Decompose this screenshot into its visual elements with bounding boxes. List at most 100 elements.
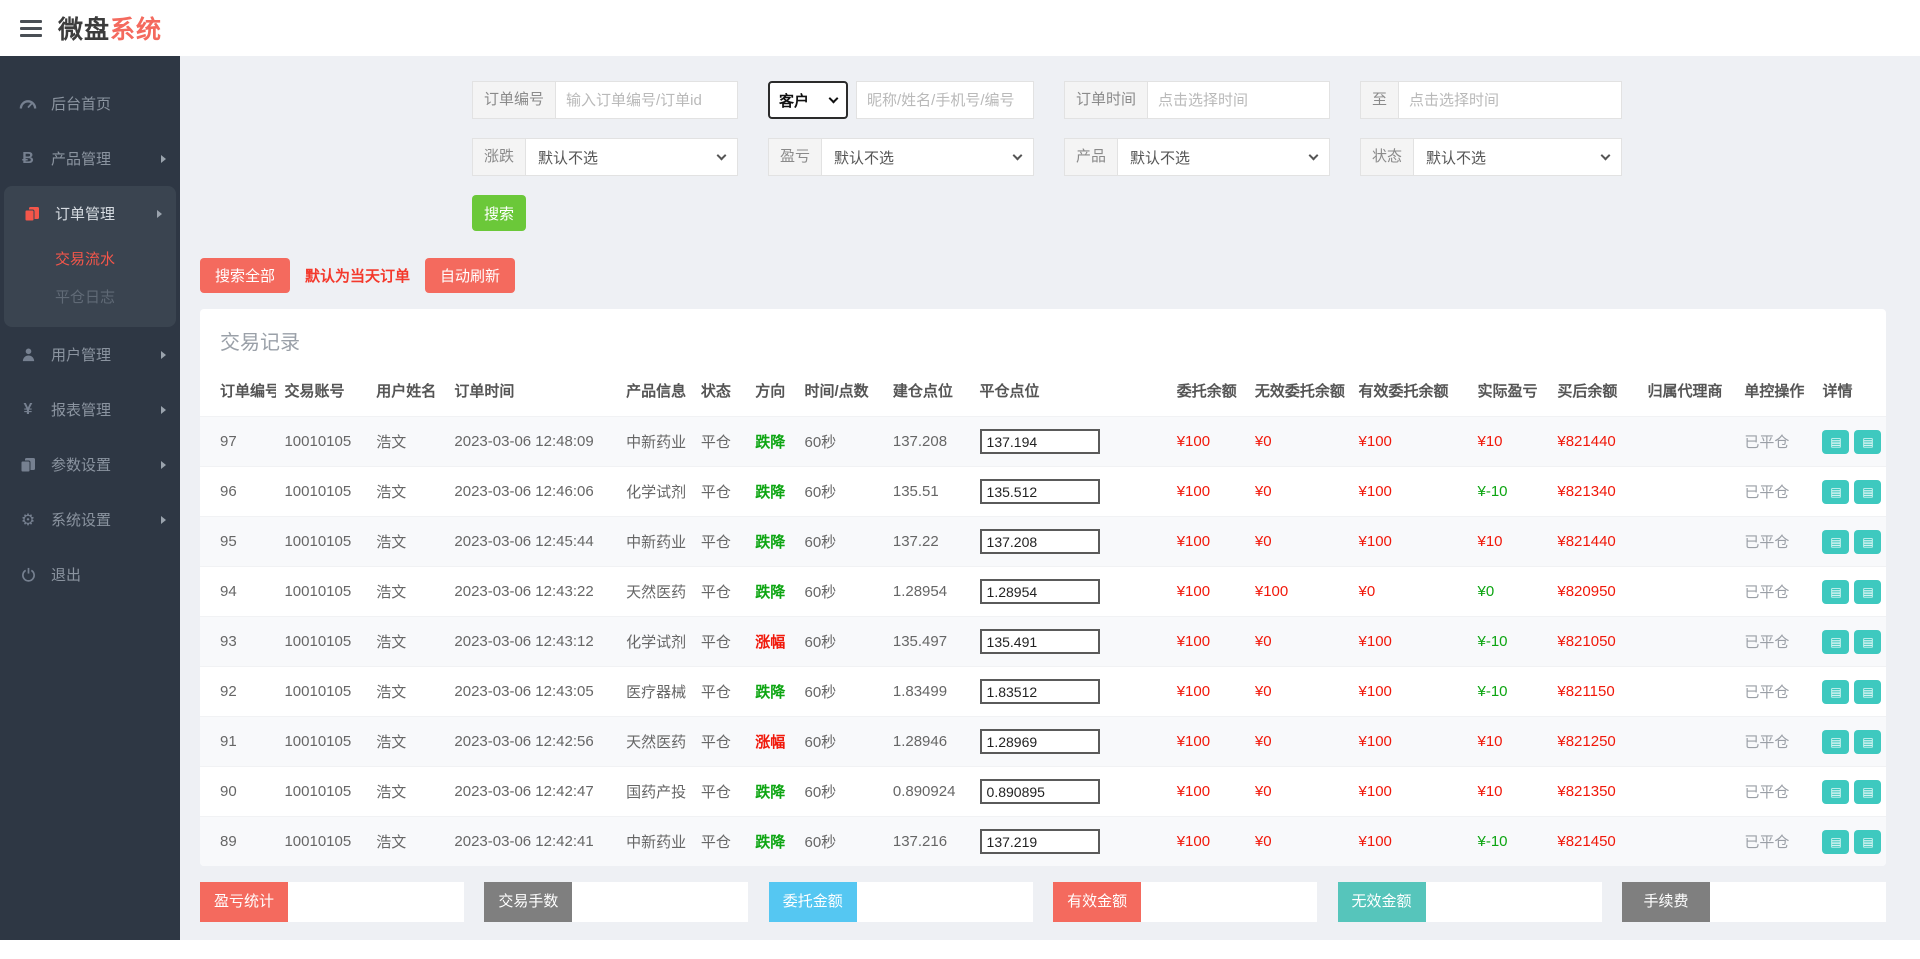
status-cell: 平仓 bbox=[700, 634, 731, 651]
product-cell: 中新药业 bbox=[626, 834, 687, 851]
detail-button-1[interactable]: ▤ bbox=[1822, 479, 1850, 504]
detail-button-1[interactable]: ▤ bbox=[1822, 729, 1850, 754]
close-cell bbox=[972, 567, 1169, 617]
product-cell: 化学试剂 bbox=[626, 484, 687, 501]
profit-value: ¥10 bbox=[1477, 533, 1503, 550]
sidebar-group-orders: 订单管理 交易流水 平仓日志 bbox=[4, 186, 176, 327]
customer-type-select[interactable]: 客户 bbox=[768, 81, 848, 119]
trade-table: 订单编号 交易账号 用户姓名 订单时间 产品信息 状态 方向 时间/点数 建仓点位 平仓点位 委托余… bbox=[200, 368, 1886, 866]
valid-value: ¥100 bbox=[1358, 783, 1392, 800]
valid-value: ¥100 bbox=[1358, 633, 1392, 650]
sidebar-item-params[interactable]: 参数设置 bbox=[0, 437, 180, 492]
detail-button-1[interactable]: ▤ bbox=[1822, 779, 1850, 804]
detail-button-1[interactable]: ▤ bbox=[1822, 579, 1850, 604]
sidebar-item-close-log[interactable]: 平仓日志 bbox=[4, 279, 176, 317]
close-price-input[interactable] bbox=[979, 679, 1100, 704]
duration-cell: 60秒 bbox=[804, 734, 837, 751]
detail-button-2[interactable]: ▤ bbox=[1854, 729, 1882, 754]
search-all-button[interactable]: 搜索全部 bbox=[200, 258, 291, 293]
invalid-cell: ¥0 bbox=[1247, 617, 1351, 667]
close-price-input[interactable] bbox=[979, 779, 1100, 804]
invalid-value: ¥0 bbox=[1254, 733, 1272, 750]
detail-button-1[interactable]: ▤ bbox=[1822, 429, 1850, 454]
sidebar-item-trade-flow[interactable]: 交易流水 bbox=[4, 241, 176, 279]
profit-cell: ¥-10 bbox=[1470, 667, 1550, 717]
summary-value-input[interactable] bbox=[288, 882, 464, 922]
order-no-input[interactable] bbox=[555, 81, 738, 119]
customer-input[interactable] bbox=[856, 81, 1034, 119]
summary-value-input[interactable] bbox=[1141, 882, 1318, 922]
order-time-end-input[interactable] bbox=[1398, 81, 1622, 119]
chevron-down-icon bbox=[1308, 150, 1319, 160]
close-price-input[interactable] bbox=[979, 479, 1100, 504]
sidebar-item-reports[interactable]: ¥ 报表管理 bbox=[0, 382, 180, 437]
summary-value-input[interactable] bbox=[1709, 882, 1886, 922]
invalid-value: ¥0 bbox=[1254, 533, 1272, 550]
valid-cell: ¥0 bbox=[1351, 567, 1470, 617]
col-name: 用户姓名 bbox=[376, 383, 437, 400]
close-cell bbox=[972, 717, 1169, 767]
detail-button-2[interactable]: ▤ bbox=[1854, 829, 1882, 854]
detail-button-2[interactable]: ▤ bbox=[1854, 779, 1882, 804]
documents-icon bbox=[18, 457, 38, 473]
close-price-input[interactable] bbox=[979, 829, 1100, 854]
sidebar-item-label: 用户管理 bbox=[51, 347, 112, 364]
time-cell: 2023-03-06 12:43:12 bbox=[454, 633, 594, 650]
sidebar-item-system[interactable]: ⚙ 系统设置 bbox=[0, 492, 180, 547]
detail-cell: ▤ ▤ bbox=[1814, 467, 1886, 517]
detail-button-2[interactable]: ▤ bbox=[1854, 629, 1882, 654]
product-cell: 中新药业 bbox=[626, 434, 687, 451]
time-cell: 2023-03-06 12:43:22 bbox=[454, 583, 594, 600]
auto-refresh-button[interactable]: 自动刷新 bbox=[425, 258, 516, 293]
detail-button-2[interactable]: ▤ bbox=[1854, 529, 1882, 554]
detail-button-1[interactable]: ▤ bbox=[1822, 829, 1850, 854]
summary-label: 盈亏统计 bbox=[200, 882, 288, 922]
sidebar-item-logout[interactable]: 退出 bbox=[0, 547, 180, 602]
invalid-value: ¥0 bbox=[1254, 433, 1272, 450]
summary-value-input[interactable] bbox=[856, 882, 1033, 922]
sidebar-item-products[interactable]: Ƀ 产品管理 bbox=[0, 131, 180, 186]
status-select[interactable]: 默认不选 bbox=[1413, 138, 1622, 176]
detail-button-2[interactable]: ▤ bbox=[1854, 679, 1882, 704]
summary-value-input[interactable] bbox=[1425, 882, 1602, 922]
updown-select[interactable]: 默认不选 bbox=[525, 138, 738, 176]
sidebar-item-orders[interactable]: 订单管理 bbox=[4, 186, 176, 241]
search-button[interactable]: 搜索 bbox=[472, 195, 526, 231]
table-icon: ▤ bbox=[1830, 634, 1842, 649]
sidebar-item-users[interactable]: 用户管理 bbox=[0, 327, 180, 382]
detail-cell: ▤ ▤ bbox=[1814, 767, 1886, 817]
detail-button-1[interactable]: ▤ bbox=[1822, 679, 1850, 704]
agent-cell bbox=[1639, 717, 1736, 767]
detail-button-2[interactable]: ▤ bbox=[1854, 479, 1882, 504]
detail-cell: ▤ ▤ bbox=[1814, 517, 1886, 567]
invalid-cell: ¥0 bbox=[1247, 467, 1351, 517]
valid-cell: ¥100 bbox=[1351, 517, 1470, 567]
detail-button-2[interactable]: ▤ bbox=[1854, 579, 1882, 604]
chevron-down-icon bbox=[1012, 150, 1023, 160]
detail-button-1[interactable]: ▤ bbox=[1822, 529, 1850, 554]
invalid-cell: ¥0 bbox=[1247, 417, 1351, 467]
close-price-input[interactable] bbox=[979, 529, 1100, 554]
sidebar: 后台首页 Ƀ 产品管理 订单管理 交易流水 平仓日志 用户管理 ¥ 报表管理 参… bbox=[0, 56, 180, 940]
sidebar-item-dashboard[interactable]: 后台首页 bbox=[0, 76, 180, 131]
close-price-input[interactable] bbox=[979, 579, 1100, 604]
trade-records-card: 交易记录 订单编号 交易账号 用户姓名 订单时间 产品信息 状态 方向 时间/点数 建仓点位 平仓… bbox=[200, 309, 1886, 866]
close-price-input[interactable] bbox=[979, 629, 1100, 654]
table-icon: ▤ bbox=[1862, 684, 1874, 699]
table-row: 90 10010105 浩文 2023-03-06 12:42:47 国药产投 平仓 跌降 6… bbox=[200, 766, 1886, 817]
menu-toggle-icon[interactable] bbox=[20, 19, 42, 37]
profit-select[interactable]: 默认不选 bbox=[821, 138, 1034, 176]
product-select[interactable]: 默认不选 bbox=[1117, 138, 1330, 176]
id-cell: 89 bbox=[220, 833, 237, 850]
detail-button-2[interactable]: ▤ bbox=[1854, 429, 1882, 454]
detail-button-1[interactable]: ▤ bbox=[1822, 629, 1850, 654]
order-time-start-input[interactable] bbox=[1147, 81, 1330, 119]
close-cell bbox=[972, 617, 1169, 667]
close-cell bbox=[972, 467, 1169, 517]
time-cell: 2023-03-06 12:46:06 bbox=[454, 483, 594, 500]
detail-cell: ▤ ▤ bbox=[1814, 817, 1886, 867]
close-price-input[interactable] bbox=[979, 429, 1100, 454]
close-price-input[interactable] bbox=[979, 729, 1100, 754]
summary-value-input[interactable] bbox=[572, 882, 749, 922]
status-label: 状态 bbox=[1360, 138, 1414, 176]
